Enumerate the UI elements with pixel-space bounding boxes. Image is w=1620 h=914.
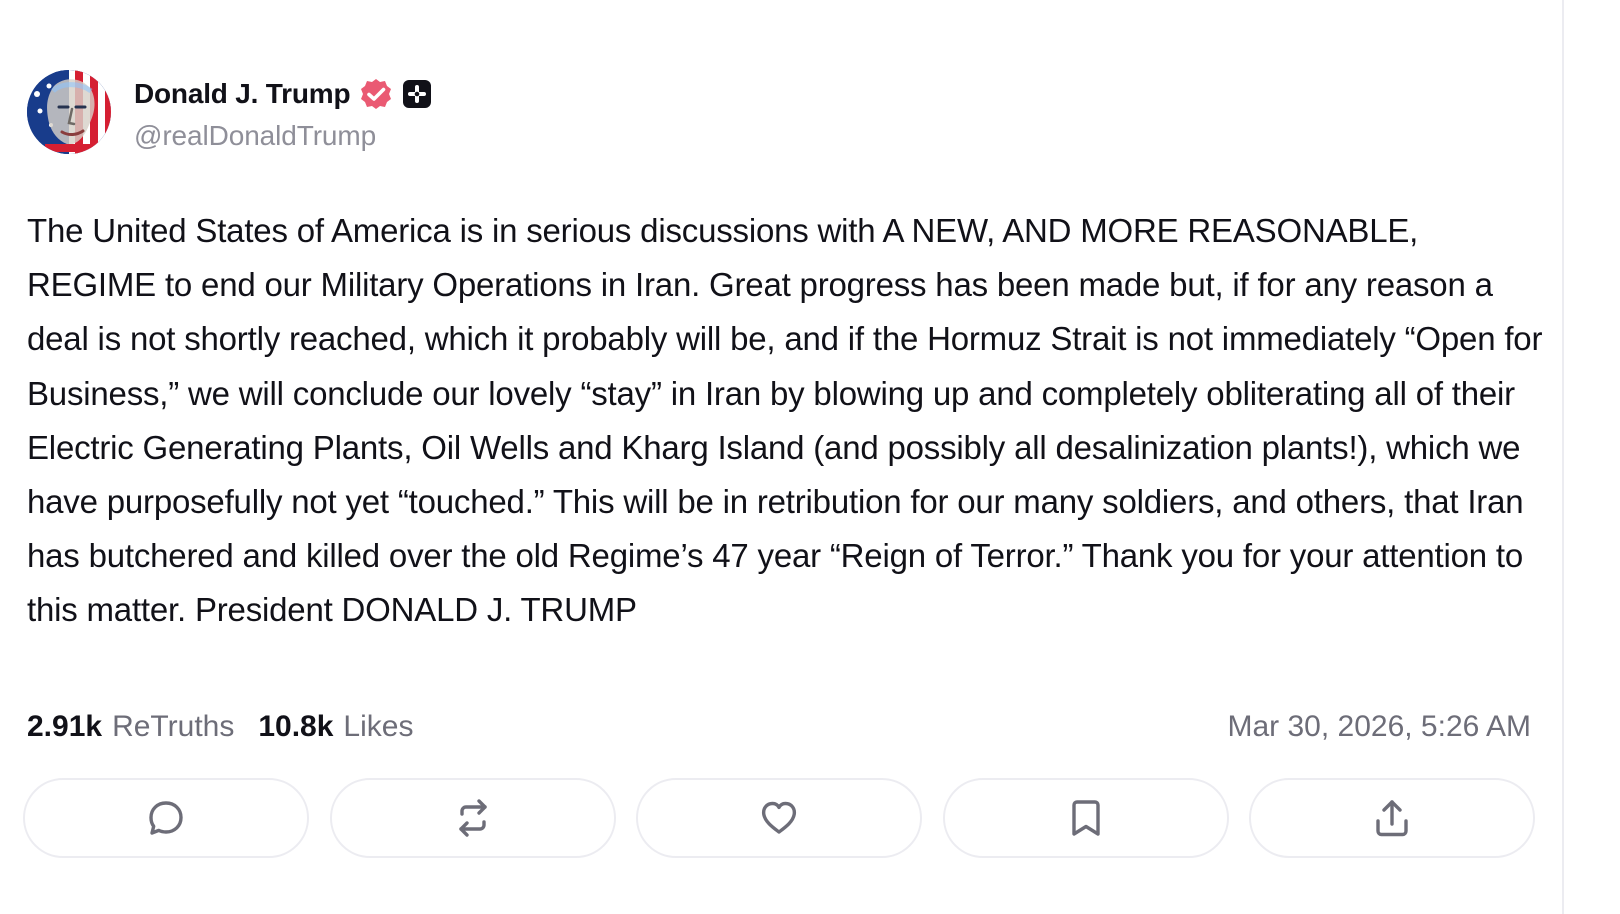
avatar[interactable] bbox=[27, 70, 111, 154]
author-handle[interactable]: @realDonaldTrump bbox=[134, 120, 432, 152]
post-timestamp: Mar 30, 2026, 5:26 AM bbox=[1227, 710, 1531, 743]
retruth-button[interactable] bbox=[329, 778, 616, 858]
retruth-icon bbox=[458, 799, 487, 837]
bookmark-button[interactable] bbox=[942, 778, 1229, 858]
truth-post: Donald J. Trump @realDonaldTrump The Uni… bbox=[23, 0, 1587, 914]
avatar-image bbox=[27, 70, 111, 154]
post-body: The United States of America is in serio… bbox=[27, 212, 1543, 629]
retruths-stat[interactable]: 2.91k ReTruths bbox=[27, 710, 234, 744]
likes-count: 10.8k bbox=[258, 710, 334, 743]
post-header: Donald J. Trump @realDonaldTrump bbox=[27, 70, 432, 156]
retruths-label: ReTruths bbox=[112, 710, 235, 743]
likes-stat[interactable]: 10.8k Likes bbox=[258, 710, 413, 744]
author-identity: Donald J. Trump @realDonaldTrump bbox=[134, 70, 432, 152]
reply-button[interactable] bbox=[23, 778, 309, 858]
author-name-row: Donald J. Trump bbox=[134, 74, 432, 114]
plus-badge-icon bbox=[403, 80, 432, 108]
retruths-count: 2.91k bbox=[27, 710, 103, 743]
share-icon bbox=[1376, 800, 1408, 837]
verified-badge-icon bbox=[361, 79, 392, 109]
reply-icon bbox=[149, 801, 183, 835]
post-stats: 2.91k ReTruths 10.8k Likes Mar 30, 2026,… bbox=[27, 706, 1531, 748]
bookmark-icon bbox=[1071, 800, 1100, 836]
likes-label: Likes bbox=[343, 710, 414, 743]
post-action-bar bbox=[23, 778, 1535, 862]
like-icon bbox=[761, 801, 797, 834]
author-display-name[interactable]: Donald J. Trump bbox=[134, 78, 351, 110]
share-button[interactable] bbox=[1249, 778, 1535, 858]
like-button[interactable] bbox=[636, 778, 922, 858]
